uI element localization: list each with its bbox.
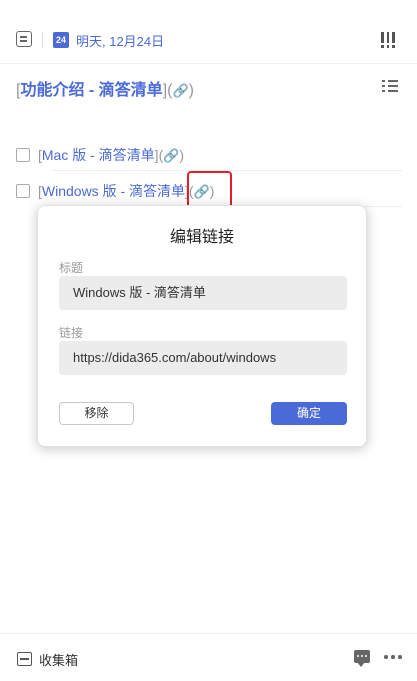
inbox-label[interactable]: 收集箱: [39, 650, 78, 669]
item-paren-close: ): [179, 147, 185, 163]
link-field-label: 链接: [59, 326, 84, 340]
comment-icon[interactable]: [354, 650, 370, 667]
link-icon[interactable]: 🔗: [163, 148, 179, 164]
edit-link-dialog: 编辑链接 标题 Windows 版 - 滴答清单 链接 https://dida…: [37, 205, 367, 447]
title-paren-close: ): [188, 82, 194, 99]
item-checkbox[interactable]: [16, 148, 30, 162]
task-title[interactable]: [功能介绍 - 滴答清单](🔗): [16, 76, 194, 100]
calendar-icon[interactable]: 24: [53, 32, 69, 48]
item-link-text[interactable]: Windows 版 - 滴答清单: [42, 183, 185, 199]
due-date[interactable]: 明天, 12月24日: [76, 31, 164, 50]
bottom-bar: 收集箱: [0, 633, 417, 681]
checkbox-icon[interactable]: [16, 31, 32, 47]
remove-button[interactable]: 移除: [59, 402, 134, 425]
top-bar: 24 明天, 12月24日: [0, 0, 417, 64]
task-title-text[interactable]: 功能介绍 - 滴答清单: [20, 82, 162, 99]
title-field[interactable]: Windows 版 - 滴答清单: [59, 276, 347, 310]
item-text[interactable]: [Mac 版 - 滴答清单](🔗): [38, 145, 184, 165]
more-icon[interactable]: [384, 655, 402, 659]
list-icon[interactable]: [382, 79, 398, 93]
dialog-title: 编辑链接: [169, 229, 234, 246]
inbox-icon[interactable]: [17, 652, 32, 666]
priority-icon[interactable]: [381, 32, 395, 48]
divider: [42, 32, 43, 48]
confirm-button[interactable]: 确定: [271, 402, 347, 425]
item-checkbox[interactable]: [16, 184, 30, 198]
link-icon[interactable]: 🔗: [172, 83, 188, 99]
item-link-text[interactable]: Mac 版 - 滴答清单: [42, 147, 155, 163]
list-item: [Mac 版 - 滴答清单](🔗): [16, 143, 402, 171]
title-field-label: 标题: [59, 261, 84, 275]
link-field[interactable]: https://dida365.com/about/windows: [59, 341, 347, 375]
